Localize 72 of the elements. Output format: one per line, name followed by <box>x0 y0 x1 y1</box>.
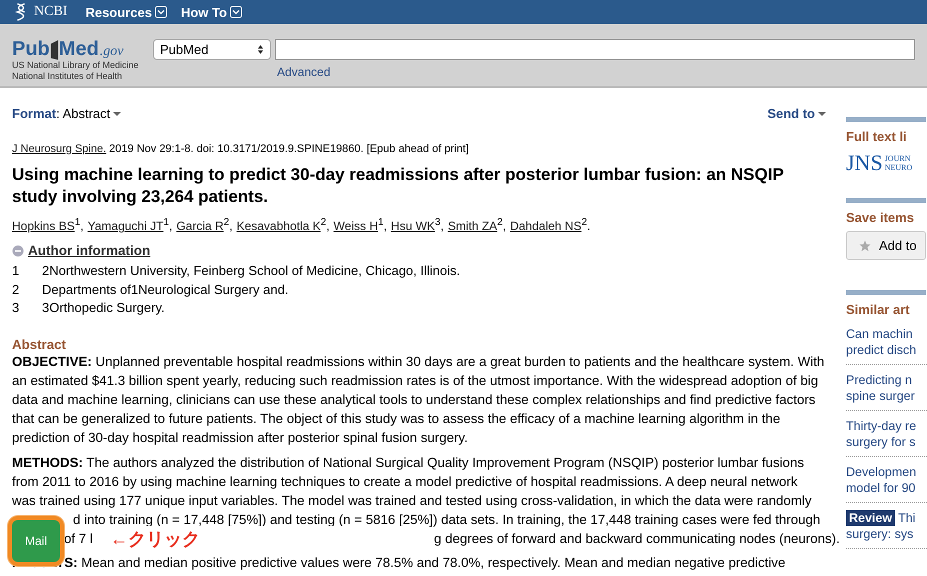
book-icon <box>50 40 59 60</box>
organization-text: National Institutes of Health <box>12 71 124 82</box>
author-information-link[interactable]: Author information <box>28 243 150 258</box>
section-heading: Save items <box>846 210 915 225</box>
logo-text[interactable]: Pub <box>12 38 50 60</box>
updown-icon <box>257 44 264 55</box>
article-link[interactable]: predict disch <box>846 342 916 358</box>
article-link[interactable]: Developmen <box>846 464 916 480</box>
star-icon <box>859 240 871 252</box>
section-heading: Abstract <box>12 336 67 352</box>
article-link[interactable]: Can machin <box>846 326 913 342</box>
article-link[interactable]: surgery: sys <box>846 526 914 542</box>
affiliation-mark: $^{1}$, <box>74 219 84 233</box>
section-heading: Similar art <box>846 302 911 317</box>
menu-button[interactable]: Resources <box>85 4 175 20</box>
ncbi-logo[interactable]: NCBI <box>34 4 68 20</box>
journal-link[interactable]: J Neurosurg Spine. <box>12 143 106 155</box>
list-number: 1 <box>12 263 20 280</box>
affiliation-mark: $^{3}$, <box>434 219 444 233</box>
author-link[interactable]: Yamaguchi JT <box>88 219 164 233</box>
logo-suffix: .gov <box>100 44 124 60</box>
affiliation-text: 2Northwestern University, Feinberg School of Medicine, Chicago, Illinois. <box>42 263 460 280</box>
organization-text: US National Library of Medicine <box>12 60 140 71</box>
abstract-text-line: of 7 l <box>64 530 93 548</box>
dna-icon <box>14 2 28 22</box>
affiliation-text: Departments of1Neurological Surgery and. <box>42 282 288 299</box>
article-link[interactable]: model for 90 <box>846 480 916 496</box>
chevron-icon <box>230 6 242 18</box>
author-link[interactable]: Smith ZA <box>448 219 498 233</box>
article-link[interactable]: spine surger <box>846 388 915 404</box>
menu-button[interactable]: How To <box>180 4 250 20</box>
author-link[interactable]: Hsu WK <box>390 219 435 233</box>
advanced-link[interactable]: Advanced <box>277 65 915 79</box>
format-dropdown[interactable]: Format: Abstract <box>12 106 122 122</box>
section-heading: Full text li <box>846 129 908 144</box>
affiliation-text: 3Orthopedic Surgery. <box>42 300 165 317</box>
abstract-paragraph: OBJECTIVE: Unplanned preventable hospital readmissions within 30 days are a great burden to patients and the healthcare system. With an estimated $41.3 billion spent yearly, reducing such readmission rates is of the utmost importance. With the widespread adoption of big data and machine learning, clinicians can use these analytical tools to understand these complex relationships and find predictive factors that can be generalized to future patients. The object of this study was to assess the efficacy of a machine learning algorithm in the prediction of 30-day hospital readmission after posterior spinal fusion surgery. <box>12 352 826 446</box>
review-badge: Review <box>846 510 896 526</box>
affiliation-mark: $^{1}$, <box>378 219 387 233</box>
affiliation-mark: $^{2}$, <box>497 219 506 233</box>
logo-text: NEURO <box>884 163 912 172</box>
list-number: 2 <box>12 282 20 298</box>
logo-text: JOURN <box>884 154 912 163</box>
author-link[interactable]: Hopkins BS <box>12 219 75 233</box>
author-link[interactable]: Garcia R <box>176 219 224 233</box>
add-to-button[interactable]: Add to <box>846 231 926 260</box>
article-title: Using machine learning to predict 30-day readmissions after posterior lumbar fusion: an NSQIP study involving 23,264 patients. <box>12 164 784 208</box>
abstract-text-line: was trained using 177 unique input variables. The model was trained and tested using cross-validation, in which the data were randomly <box>12 492 812 510</box>
collapse-icon[interactable] <box>12 244 24 256</box>
affiliation-mark: $^{1}$, <box>163 219 172 233</box>
article-link[interactable]: Predicting n <box>846 372 912 388</box>
abstract-text-line: d into training (n = 17,448 [75%]) and testing (n = 5816 [25%]) data sets. In training, the 17,448 training cases were fed through <box>73 510 820 528</box>
logo-text[interactable]: Med <box>58 38 99 60</box>
database-select[interactable]: PubMed <box>153 39 271 60</box>
affiliation-mark: $^{2}$. <box>581 219 590 233</box>
abstract-text-line: METHODS: The authors analyzed the distribution of National Surgical Quality Improvement Program (NSQIP) posterior lumbar fusions <box>12 454 804 472</box>
journal-logo[interactable]: JNS <box>846 150 883 176</box>
author-link[interactable]: Dahdaleh NS <box>510 219 582 233</box>
abstract-text-line: from 2011 to 2016 by using machine learning techniques to create a model predictive of hospital readmissions. A deep neural network <box>12 472 798 490</box>
chevron-icon <box>154 6 167 18</box>
affiliation-mark: $^{2}$, <box>224 219 233 233</box>
author-link[interactable]: Weiss H <box>334 219 378 233</box>
search-field[interactable] <box>275 39 915 60</box>
article-link[interactable]: Thirty-day re <box>846 418 916 434</box>
affiliation-mark: $^{2}$, <box>320 219 330 233</box>
send-to-dropdown[interactable]: Send to <box>767 106 826 122</box>
abstract-text-line: g degrees of forward and backward communicating nodes (neurons). <box>434 530 840 548</box>
author-link[interactable]: Kesavabhotla K <box>236 219 321 233</box>
article-link[interactable]: Thi <box>898 510 916 526</box>
list-number: 3 <box>12 300 20 317</box>
citation-text: 2019 Nov 29:1-8. doi: 10.3171/2019.9.SPINE19860. [Epub ahead of print] <box>109 143 469 155</box>
article-link[interactable]: surgery for s <box>846 434 916 450</box>
